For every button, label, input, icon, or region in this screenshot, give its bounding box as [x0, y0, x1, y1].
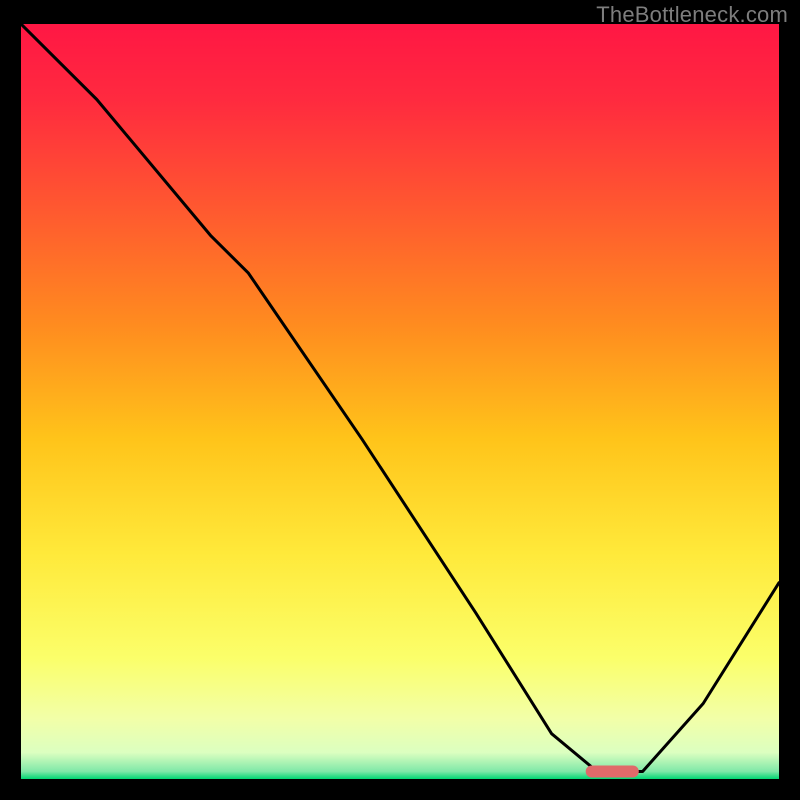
chart-svg — [21, 24, 779, 779]
plot-area — [21, 24, 779, 779]
chart-frame: TheBottleneck.com — [0, 0, 800, 800]
watermark-text: TheBottleneck.com — [596, 2, 788, 28]
optimal-marker — [586, 766, 639, 778]
gradient-background — [21, 24, 779, 779]
